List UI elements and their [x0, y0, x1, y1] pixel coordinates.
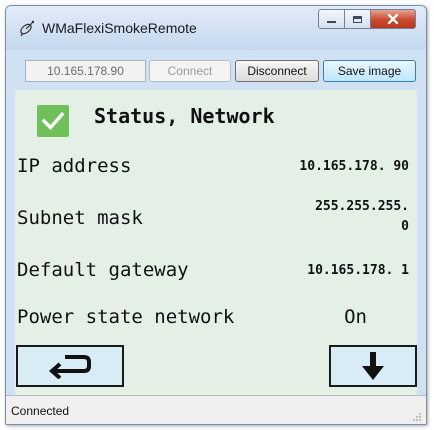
- resize-grip-icon[interactable]: [412, 412, 422, 422]
- close-icon: [371, 10, 415, 28]
- power-state-value: On: [344, 306, 367, 328]
- caption-buttons: [318, 9, 416, 31]
- checkmark-icon: [41, 112, 65, 131]
- default-gateway-label: Default gateway: [17, 259, 189, 281]
- save-image-button[interactable]: Save image: [323, 60, 416, 82]
- connection-status: Connected: [11, 404, 70, 418]
- status-panel: Status, Network IP address 10.165.178. 9…: [15, 90, 417, 395]
- ip-address-field[interactable]: 10.165.178.90: [25, 60, 146, 82]
- power-state-label: Power state network: [17, 306, 235, 328]
- default-gateway-value: 10.165.178. 1: [307, 263, 409, 278]
- subnet-mask-value: 255.255.255. 0: [315, 199, 409, 234]
- connect-button[interactable]: Connect: [149, 60, 231, 82]
- ip-address-value: 10.165.178. 90: [299, 159, 409, 174]
- maximize-icon: [345, 10, 370, 28]
- status-bar: Connected: [6, 395, 426, 424]
- ip-address-label: IP address: [17, 155, 132, 177]
- return-arrow-icon: [48, 355, 91, 379]
- window-title: WMaFlexiSmokeRemote: [42, 20, 197, 36]
- subnet-mask-label: Subnet mask: [17, 207, 143, 229]
- app-window: WMaFlexiSmokeRemote 10.165.178.90 Connec…: [5, 5, 427, 425]
- status-checkbox[interactable]: [37, 105, 69, 137]
- maximize-button[interactable]: [344, 9, 370, 29]
- back-button[interactable]: [16, 345, 124, 387]
- toolbar: 10.165.178.90 Connect Disconnect Save im…: [6, 50, 426, 90]
- close-button[interactable]: [370, 9, 416, 29]
- title-bar[interactable]: WMaFlexiSmokeRemote: [6, 6, 426, 50]
- minimize-icon: [319, 10, 344, 28]
- scroll-down-button[interactable]: [329, 345, 417, 387]
- section-title: Status, Network: [94, 104, 275, 128]
- down-arrow-icon: [362, 352, 384, 380]
- satellite-dish-icon: [20, 20, 35, 37]
- disconnect-button[interactable]: Disconnect: [235, 60, 319, 82]
- minimize-button[interactable]: [318, 9, 344, 29]
